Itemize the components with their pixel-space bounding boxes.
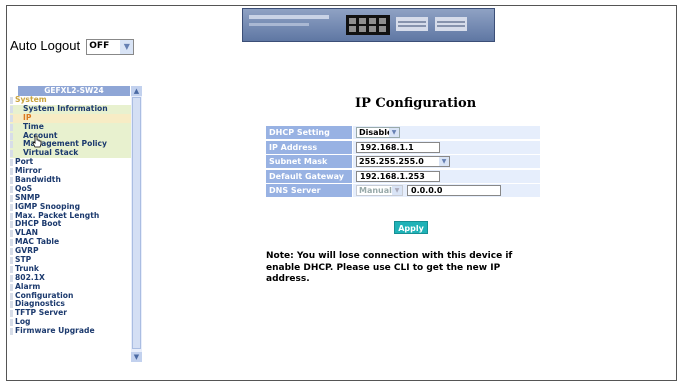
port-block-icon [435,17,467,31]
dhcp-setting-row: DHCP Setting Disable ▼ [266,126,540,139]
subnet-mask-cell: 255.255.255.0 ▼ [353,155,540,168]
sidebar-item-firmware-upgrade[interactable]: Firmware Upgrade [10,326,141,336]
dhcp-setting-cell: Disable ▼ [353,126,540,139]
port-block-icon [396,17,428,31]
default-gateway-row: Default Gateway 192.168.1.253 [266,169,540,183]
dns-mode-value: Manual [359,186,392,195]
auto-logout: Auto Logout OFF ▼ [10,38,135,55]
subnet-mask-select[interactable]: 255.255.255.0 ▼ [356,156,450,167]
banner-strip [249,23,309,26]
chevron-down-icon[interactable]: ▼ [439,157,449,166]
chevron-down-icon[interactable]: ▼ [120,39,134,54]
auto-logout-select[interactable]: OFF ▼ [86,38,135,55]
chevron-down-icon[interactable]: ▼ [392,186,402,195]
apply-button[interactable]: Apply [394,221,428,234]
auto-logout-label: Auto Logout [10,38,81,53]
dhcp-setting-label: DHCP Setting [266,126,352,139]
dns-server-cell: Manual ▼ 0.0.0.0 [353,184,540,197]
hand-cursor-icon [32,135,42,148]
dns-server-label: DNS Server [266,184,352,197]
default-gateway-input[interactable]: 192.168.1.253 [356,170,440,182]
chevron-down-icon[interactable]: ▼ [389,128,399,137]
sidebar-scrollbar[interactable]: ▲ ▼ [131,86,142,362]
switch-banner-image [242,8,495,42]
dns-server-input[interactable]: 0.0.0.0 [407,185,501,196]
banner-strip [249,15,329,19]
ip-address-row: IP Address 192.168.1.1 [266,140,540,154]
scroll-up-icon[interactable]: ▲ [131,86,142,96]
nav-list: System System Information IP Time Account Man… [10,95,141,336]
subnet-mask-row: Subnet Mask 255.255.255.0 ▼ [266,155,540,168]
dhcp-setting-value: Disable [359,128,393,137]
port-panel-icon [346,15,390,35]
dhcp-setting-select[interactable]: Disable ▼ [356,127,400,138]
ip-address-input[interactable]: 192.168.1.1 [356,141,440,153]
default-gateway-cell: 192.168.1.253 [353,169,540,183]
scroll-down-icon[interactable]: ▼ [131,352,142,362]
dns-mode-select[interactable]: Manual ▼ [356,185,403,196]
ip-config-table: DHCP Setting Disable ▼ IP Address 192.16… [266,126,540,199]
page-title: IP Configuration [355,96,477,111]
subnet-mask-label: Subnet Mask [266,155,352,168]
auto-logout-value: OFF [89,40,110,51]
ip-address-label: IP Address [266,140,352,154]
subnet-mask-value: 255.255.255.0 [359,157,424,166]
scroll-thumb[interactable] [132,97,141,349]
default-gateway-label: Default Gateway [266,169,352,183]
ip-address-cell: 192.168.1.1 [353,140,540,154]
sidebar-nav: GEFXL2-SW24 System System Information IP Ti… [10,86,141,362]
dhcp-warning-note: Note: You will lose connection with this… [266,251,513,284]
dns-server-row: DNS Server Manual ▼ 0.0.0.0 [266,184,540,197]
